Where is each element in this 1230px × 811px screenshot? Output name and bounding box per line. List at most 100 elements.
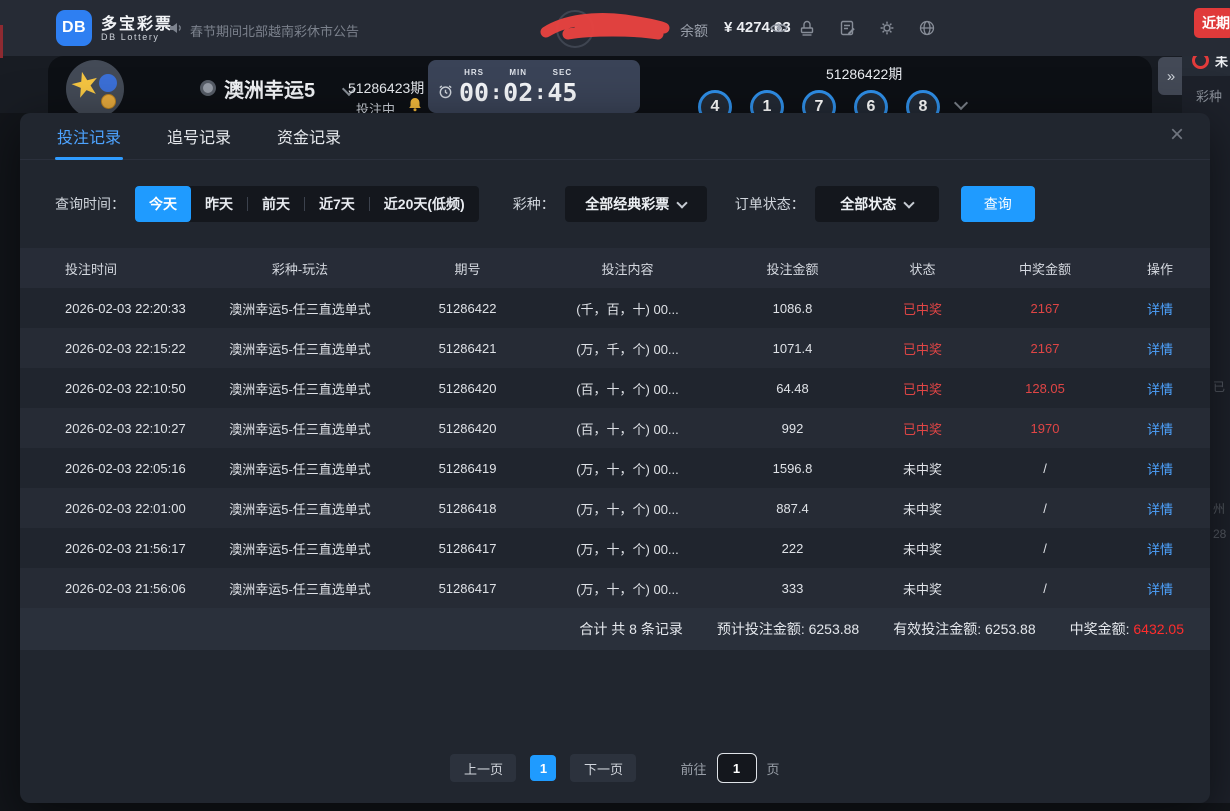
star-icon: ★ bbox=[66, 65, 104, 105]
eye-icon[interactable] bbox=[770, 22, 788, 34]
cell-game: 澳洲幸运5-任三直选单式 bbox=[200, 499, 400, 518]
column-header: 投注内容 bbox=[535, 259, 720, 278]
prev-page-button[interactable]: 上一页 bbox=[450, 754, 516, 782]
game-name: 澳洲幸运5 bbox=[224, 74, 315, 103]
cell-status: 未中奖 bbox=[865, 499, 980, 518]
detail-link[interactable]: 详情 bbox=[1110, 419, 1210, 438]
detail-link[interactable]: 详情 bbox=[1110, 339, 1210, 358]
column-header: 期号 bbox=[400, 259, 535, 278]
cell-content: (千，百，十) 00... bbox=[535, 299, 720, 318]
balance-label: 余额 bbox=[680, 21, 708, 41]
time-option-4[interactable]: 近20天(低频) bbox=[370, 186, 479, 222]
time-option-2[interactable]: 前天 bbox=[248, 186, 304, 222]
cell-time: 2026-02-03 21:56:17 bbox=[20, 541, 200, 556]
column-header: 投注时间 bbox=[20, 259, 200, 278]
time-option-3[interactable]: 近7天 bbox=[305, 186, 369, 222]
table-row: 2026-02-03 22:01:00澳洲幸运5-任三直选单式51286418(… bbox=[20, 488, 1210, 528]
cell-content: (百，十，个) 00... bbox=[535, 419, 720, 438]
modal-tab-1[interactable]: 追号记录 bbox=[167, 113, 231, 159]
summary-win-value: 6432.05 bbox=[1133, 621, 1184, 637]
table-row: 2026-02-03 22:15:22澳洲幸运5-任三直选单式51286421(… bbox=[20, 328, 1210, 368]
bg-fragment: 28 bbox=[1213, 527, 1226, 541]
side-lottery-label: 彩种 bbox=[1196, 86, 1222, 105]
order-status-select[interactable]: 全部状态 bbox=[815, 186, 939, 222]
detail-link[interactable]: 详情 bbox=[1110, 459, 1210, 478]
detail-link[interactable]: 详情 bbox=[1110, 539, 1210, 558]
cell-status: 未中奖 bbox=[865, 579, 980, 598]
logo-badge[interactable]: DB bbox=[56, 10, 92, 46]
summary-count: 合计 共 8 条记录 bbox=[579, 619, 682, 639]
game-avatar: ★ bbox=[66, 60, 124, 118]
cell-period: 51286420 bbox=[400, 421, 535, 436]
close-icon[interactable]: × bbox=[1170, 123, 1184, 147]
filter-bar: 查询时间： 今天昨天前天近7天近20天(低频) 彩种： 全部经典彩票 订单状态：… bbox=[55, 186, 1035, 222]
cell-status: 未中奖 bbox=[865, 459, 980, 478]
column-header: 彩种-玩法 bbox=[200, 259, 400, 278]
summary-valid: 有效投注金额: 6253.88 bbox=[893, 619, 1035, 639]
settings-gear-icon[interactable] bbox=[878, 19, 896, 37]
cell-time: 2026-02-03 22:10:27 bbox=[20, 421, 200, 436]
cell-period: 51286419 bbox=[400, 461, 535, 476]
lottery-filter-label: 彩种： bbox=[513, 194, 555, 214]
left-edge-decoration bbox=[0, 25, 3, 58]
next-page-button[interactable]: 下一页 bbox=[570, 754, 636, 782]
chevron-down-icon bbox=[677, 197, 688, 208]
modal-tab-0[interactable]: 投注记录 bbox=[57, 113, 121, 159]
detail-link[interactable]: 详情 bbox=[1110, 499, 1210, 518]
search-button[interactable]: 查询 bbox=[961, 186, 1035, 222]
cell-game: 澳洲幸运5-任三直选单式 bbox=[200, 539, 400, 558]
table-row: 2026-02-03 21:56:06澳洲幸运5-任三直选单式51286417(… bbox=[20, 568, 1210, 608]
countdown-seconds: SEC 45 bbox=[547, 69, 577, 105]
topbar: DB 多宝彩票 DB Lottery 春节期间北部越南彩休市公告 余额 ¥ 42… bbox=[0, 0, 1230, 56]
time-option-0[interactable]: 今天 bbox=[135, 186, 191, 222]
cell-period: 51286418 bbox=[400, 501, 535, 516]
cell-content: (万，十，个) 00... bbox=[535, 539, 720, 558]
cell-amount: 992 bbox=[720, 421, 865, 436]
announcement-text[interactable]: 春节期间北部越南彩休市公告 bbox=[190, 21, 359, 40]
time-option-1[interactable]: 昨天 bbox=[191, 186, 247, 222]
goto-page-input[interactable] bbox=[717, 753, 757, 783]
summary-win: 中奖金额: 6432.05 bbox=[1070, 619, 1184, 639]
summary-row: 合计 共 8 条记录 预计投注金额: 6253.88 有效投注金额: 6253.… bbox=[20, 608, 1210, 650]
result-period: 51286422期 bbox=[826, 64, 902, 84]
records-icon[interactable] bbox=[838, 19, 856, 37]
cell-win: / bbox=[980, 501, 1110, 516]
current-period: 51286423期 bbox=[348, 78, 424, 98]
modal-tab-2[interactable]: 资金记录 bbox=[277, 113, 341, 159]
table-header: 投注时间彩种-玩法期号投注内容投注金额状态中奖金额操作 bbox=[20, 248, 1210, 288]
cell-period: 51286422 bbox=[400, 301, 535, 316]
summary-expected: 预计投注金额: 6253.88 bbox=[717, 619, 859, 639]
bg-fragment: 州 bbox=[1213, 500, 1225, 517]
cell-content: (万，千，个) 00... bbox=[535, 339, 720, 358]
detail-link[interactable]: 详情 bbox=[1110, 379, 1210, 398]
current-page[interactable]: 1 bbox=[530, 755, 556, 781]
logo-title: 多宝彩票 bbox=[101, 10, 173, 34]
language-globe-icon[interactable] bbox=[918, 19, 936, 37]
recent-results-tab[interactable]: 近期 bbox=[1194, 8, 1230, 38]
cell-game: 澳洲幸运5-任三直选单式 bbox=[200, 299, 400, 318]
cell-status: 已中奖 bbox=[865, 299, 980, 318]
cell-period: 51286421 bbox=[400, 341, 535, 356]
cell-win: / bbox=[980, 541, 1110, 556]
detail-link[interactable]: 详情 bbox=[1110, 299, 1210, 318]
cell-period: 51286417 bbox=[400, 581, 535, 596]
column-header: 状态 bbox=[865, 259, 980, 278]
alarm-clock-icon bbox=[438, 84, 453, 99]
cell-win: 2167 bbox=[980, 341, 1110, 356]
cell-time: 2026-02-03 22:20:33 bbox=[20, 301, 200, 316]
countdown-hours: HRS 00 bbox=[459, 69, 489, 105]
cell-game: 澳洲幸运5-任三直选单式 bbox=[200, 579, 400, 598]
cell-win: 2167 bbox=[980, 301, 1110, 316]
cell-status: 已中奖 bbox=[865, 419, 980, 438]
countdown-minutes: MIN 02 bbox=[503, 69, 533, 105]
coin-icon bbox=[101, 94, 116, 109]
checkin-icon[interactable] bbox=[798, 19, 816, 37]
detail-link[interactable]: 详情 bbox=[1110, 579, 1210, 598]
result-expand-chevron-icon[interactable] bbox=[956, 98, 966, 108]
table-row: 2026-02-03 22:10:50澳洲幸运5-任三直选单式51286420(… bbox=[20, 368, 1210, 408]
lottery-select[interactable]: 全部经典彩票 bbox=[565, 186, 707, 222]
cell-amount: 64.48 bbox=[720, 381, 865, 396]
cell-amount: 1596.8 bbox=[720, 461, 865, 476]
sidebar-collapse-button[interactable]: » bbox=[1158, 57, 1184, 95]
column-header: 中奖金额 bbox=[980, 259, 1110, 278]
